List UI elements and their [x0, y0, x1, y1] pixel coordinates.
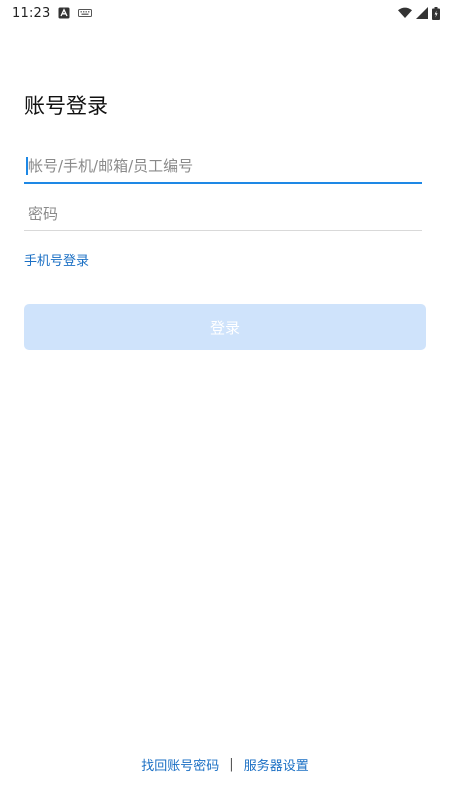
keyboard-icon [78, 8, 93, 18]
status-time: 11:23 [12, 5, 51, 21]
notification-a-icon [58, 7, 70, 19]
account-field [24, 150, 422, 184]
account-input[interactable] [24, 150, 422, 182]
password-input[interactable] [24, 198, 422, 230]
battery-icon [432, 6, 440, 20]
phone-login-link[interactable]: 手机号登录 [24, 250, 89, 269]
status-left: 11:23 [12, 5, 93, 21]
password-field [24, 198, 422, 231]
status-right [398, 6, 440, 20]
footer-links: 找回账号密码 | 服务器设置 [0, 755, 450, 774]
footer-divider: | [229, 757, 234, 772]
page-title: 账号登录 [24, 94, 108, 118]
signal-icon [416, 7, 428, 19]
server-settings-link[interactable]: 服务器设置 [244, 755, 309, 774]
recover-account-link[interactable]: 找回账号密码 [141, 755, 219, 774]
text-caret [26, 157, 28, 175]
wifi-icon [398, 7, 412, 19]
status-bar: 11:23 [0, 0, 450, 26]
login-button[interactable]: 登录 [24, 304, 426, 350]
